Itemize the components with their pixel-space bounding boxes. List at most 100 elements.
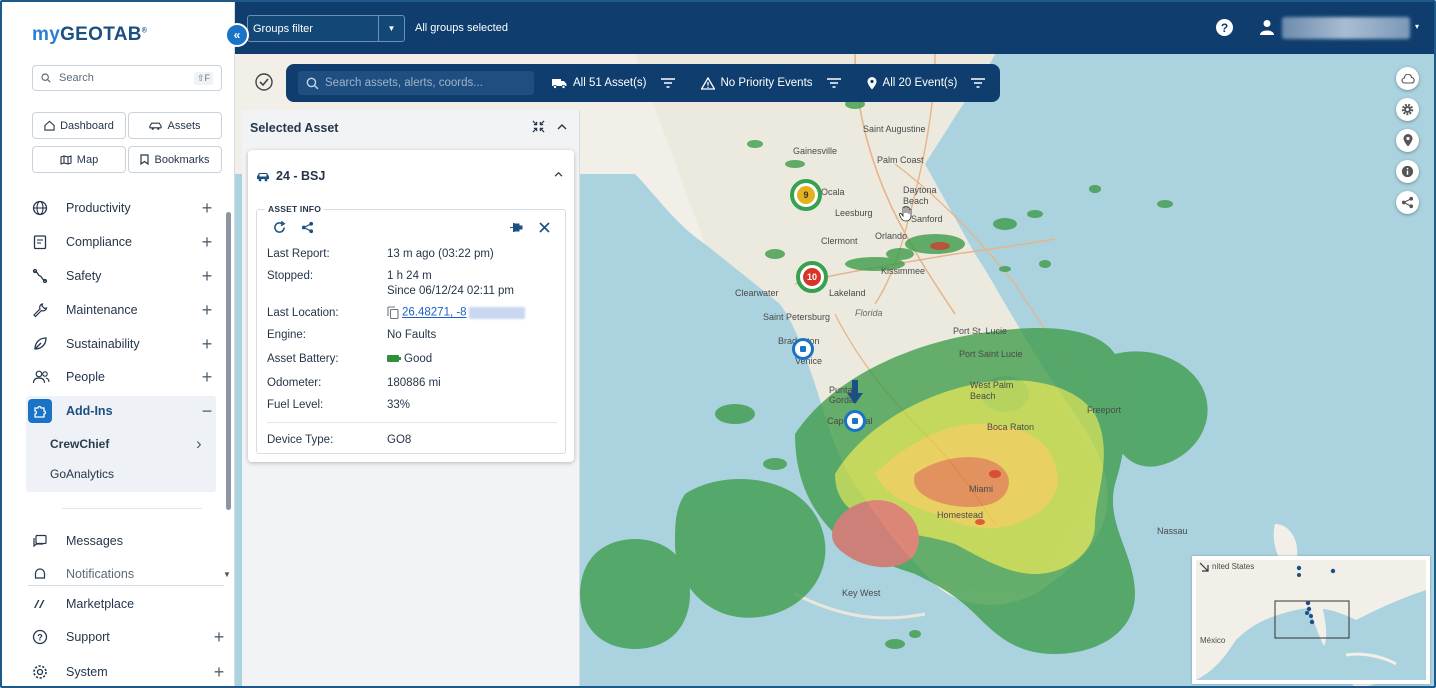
filter-icon[interactable] [971, 78, 986, 88]
battery-label: Asset Battery: [267, 353, 339, 365]
asset-cluster-9[interactable]: 9 [790, 179, 822, 211]
place-label: Ocala [821, 187, 845, 197]
nav-sustainability[interactable]: Sustainability + [28, 329, 216, 359]
nav-productivity[interactable]: Productivity + [28, 193, 216, 223]
expand-compliance[interactable]: + [198, 232, 216, 253]
overview-minimap[interactable]: nited States México [1192, 556, 1430, 684]
odometer-value: 180886 mi [387, 377, 441, 389]
priority-events-filter[interactable]: No Priority Events [700, 76, 841, 90]
nav-messages[interactable]: Messages [28, 526, 216, 556]
info-divider [267, 422, 557, 423]
asset-cluster-10[interactable]: 10 [796, 261, 828, 293]
asset-info-section: ASSET INFO Last Report: 13 m ago (03:22 … [256, 204, 566, 454]
place-label: Saint Augustine [863, 124, 926, 134]
asset-card: 24 - BSJ ASSET INFO Last Report: 13 m ag… [248, 150, 574, 462]
scroll-down-arrow[interactable]: ▼ [223, 570, 231, 579]
filter-icon[interactable] [826, 78, 841, 88]
nav-compliance[interactable]: Compliance + [28, 227, 216, 257]
pin-icon[interactable] [509, 222, 524, 233]
clipboard-icon [28, 234, 54, 250]
expand-system[interactable]: + [210, 662, 228, 683]
svg-text:?: ? [37, 633, 43, 643]
user-menu-caret[interactable]: ▾ [1415, 22, 1419, 31]
nav-marketplace[interactable]: Marketplace [28, 589, 216, 619]
refresh-icon[interactable] [273, 221, 286, 234]
close-icon[interactable] [539, 222, 550, 233]
odometer-label: Odometer: [267, 377, 322, 389]
puzzle-icon [28, 399, 52, 423]
expand-people[interactable]: + [198, 367, 216, 388]
share-icon[interactable] [301, 221, 314, 234]
weather-layer-button[interactable] [1396, 67, 1419, 90]
location-link[interactable]: 26.48271, -8 [402, 307, 467, 319]
nav-support[interactable]: ? Support + [28, 622, 228, 652]
last-report-value: 13 m ago (03:22 pm) [387, 248, 494, 260]
panel-title: Selected Asset [250, 121, 339, 135]
copy-icon[interactable] [387, 306, 399, 320]
hand-cursor-icon [899, 206, 912, 222]
engine-value: No Faults [387, 329, 437, 341]
device-type-value: GO8 [387, 434, 412, 446]
groups-filter-label: Groups filter [253, 22, 313, 35]
last-location-label: Last Location: [267, 307, 339, 319]
sidebar-scrollbar[interactable] [226, 212, 231, 510]
people-icon [28, 369, 54, 385]
nav-people[interactable]: People + [28, 362, 216, 392]
collapse-sidebar-button[interactable]: « [225, 23, 249, 47]
check-circle-icon[interactable] [254, 72, 274, 92]
chevron-up-icon[interactable] [554, 171, 563, 177]
expand-maintenance[interactable]: + [198, 300, 216, 321]
map-search-input[interactable]: Search assets, alerts, coords... [298, 71, 534, 95]
minimap-label-us: nited States [1212, 562, 1255, 571]
search-shortcut: ⇧F [193, 71, 213, 85]
collapse-arrows-icon[interactable] [532, 120, 545, 133]
sidebar: myGEOTAB® Search ⇧F Dashboard Assets Map… [2, 2, 235, 686]
sidebar-search[interactable]: Search ⇧F [32, 65, 222, 91]
place-label: Palm Coast [877, 155, 924, 165]
mygeotab-logo[interactable]: myGEOTAB® [32, 24, 147, 46]
device-type-label: Device Type: [267, 434, 334, 446]
place-label: Port St. Lucie [953, 326, 1008, 336]
place-label: Freeport [1087, 405, 1122, 415]
share-map-button[interactable] [1396, 191, 1419, 214]
filter-icon[interactable] [660, 78, 675, 88]
nav-safety[interactable]: Safety + [28, 261, 216, 291]
place-label: Sanford [911, 214, 943, 224]
dropdown-caret-icon[interactable]: ▼ [378, 16, 404, 41]
nav-add-ins[interactable]: Add-Ins − [28, 396, 216, 426]
place-label: Orlando [875, 231, 908, 241]
expand-support[interactable]: + [210, 627, 228, 648]
map-settings-button[interactable] [1396, 98, 1419, 121]
expand-safety[interactable]: + [198, 266, 216, 287]
help-icon[interactable]: ? [1216, 19, 1233, 36]
expand-productivity[interactable]: + [198, 198, 216, 219]
assets-button[interactable]: Assets [128, 112, 222, 139]
user-icon[interactable] [1258, 18, 1276, 36]
selected-asset-marker[interactable] [844, 410, 866, 432]
asset-marker[interactable] [792, 338, 814, 360]
map-button[interactable]: Map [32, 146, 126, 173]
nav-maintenance[interactable]: Maintenance + [28, 295, 216, 325]
asset-card-header[interactable]: 24 - BSJ [256, 169, 325, 183]
collapse-add-ins[interactable]: − [198, 401, 216, 422]
assets-filter[interactable]: All 51 Asset(s) [552, 77, 675, 89]
events-filter[interactable]: All 20 Event(s) [867, 76, 986, 90]
user-name-redacted[interactable] [1282, 17, 1410, 39]
expand-sustainability[interactable]: + [198, 334, 216, 355]
selected-asset-panel: Selected Asset 24 - BSJ ASSET INFO Last … [242, 110, 580, 686]
map-search-placeholder: Search assets, alerts, coords... [325, 77, 483, 89]
dashboard-button[interactable]: Dashboard [32, 112, 126, 139]
map-info-button[interactable] [1396, 160, 1419, 183]
addin-goanalytics[interactable]: GoAnalytics [50, 467, 114, 481]
home-icon [44, 120, 55, 131]
fuel-level-value: 33% [387, 399, 411, 411]
bookmarks-button[interactable]: Bookmarks [128, 146, 222, 173]
minimap-canvas [1196, 560, 1426, 680]
locate-button[interactable] [1396, 129, 1419, 152]
addin-crewchief[interactable]: CrewChief › [50, 434, 210, 453]
nav-separator [62, 508, 202, 509]
groups-filter-select[interactable]: Groups filter ▼ [247, 15, 405, 42]
nav-system[interactable]: System + [28, 657, 228, 686]
arrow-down-icon [847, 380, 863, 404]
chevron-up-icon[interactable] [557, 123, 567, 130]
